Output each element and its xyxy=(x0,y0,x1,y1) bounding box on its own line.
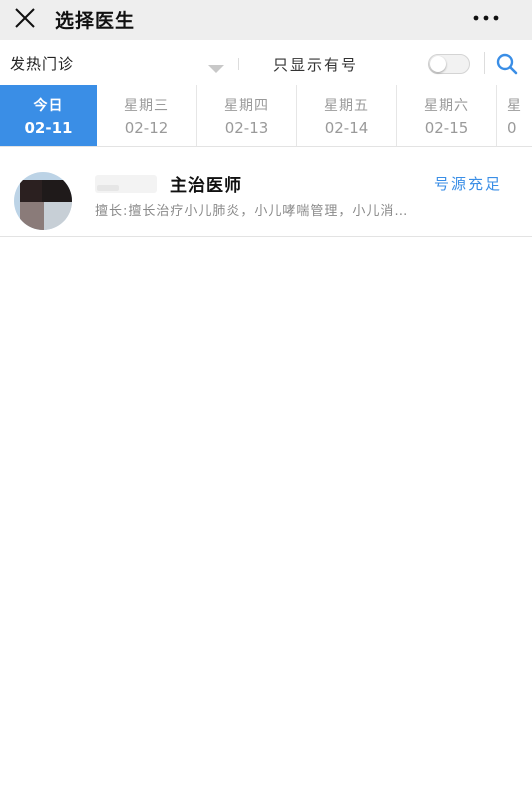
date-tab-02-14[interactable]: 星期五 02-14 xyxy=(297,85,397,146)
date-tab-weekday: 星期五 xyxy=(324,98,369,114)
date-tab-date: 02-15 xyxy=(424,119,469,137)
date-tab-date: 02-13 xyxy=(224,119,269,137)
page: 选择医生 发热门诊 只显示有号 今日 02-11 星期三 02-12 星期四 0… xyxy=(0,0,532,787)
date-tab-weekday: 星期六 xyxy=(424,98,469,114)
header-bar: 选择医生 xyxy=(0,0,532,40)
slot-status: 号源充足 xyxy=(434,175,503,193)
date-tab-date: 02-14 xyxy=(324,119,369,137)
only-available-label: 只显示有号 xyxy=(273,56,359,74)
close-icon xyxy=(15,8,35,28)
doctor-specialty: 擅长:擅长治疗小儿肺炎，小儿哮喘管理，小儿消… xyxy=(95,204,409,219)
divider xyxy=(238,58,239,70)
only-available-toggle[interactable] xyxy=(428,54,470,74)
search-button[interactable] xyxy=(494,51,520,77)
divider xyxy=(484,52,485,74)
department-select[interactable]: 发热门诊 xyxy=(10,53,74,74)
doctor-card[interactable]: 主治医师 号源充足 擅长:擅长治疗小儿肺炎，小儿哮喘管理，小儿消… xyxy=(0,157,532,237)
date-tab-02-13[interactable]: 星期四 02-13 xyxy=(197,85,297,146)
doctor-name-redacted-mark xyxy=(97,185,119,191)
date-tab-date: 02-12 xyxy=(124,119,169,137)
doctor-title: 主治医师 xyxy=(170,176,242,196)
date-tabs: 今日 02-11 星期三 02-12 星期四 02-13 星期五 02-14 星… xyxy=(0,85,532,147)
date-tab-today[interactable]: 今日 02-11 xyxy=(0,85,97,146)
date-tab-date: 02-11 xyxy=(24,119,73,137)
filter-bar: 发热门诊 只显示有号 xyxy=(0,44,532,84)
date-tab-weekday: 星期三 xyxy=(124,98,169,114)
dropdown-arrow-icon[interactable] xyxy=(207,59,225,73)
more-button[interactable] xyxy=(468,8,504,28)
date-tab-next[interactable]: 星 0 xyxy=(497,85,532,146)
close-button[interactable] xyxy=(12,5,40,33)
page-title: 选择医生 xyxy=(55,10,136,32)
avatar xyxy=(14,172,72,230)
date-tab-02-12[interactable]: 星期三 02-12 xyxy=(97,85,197,146)
date-tab-weekday: 今日 xyxy=(33,98,64,114)
toggle-knob xyxy=(430,56,446,72)
more-dots-icon xyxy=(473,15,499,21)
date-tab-02-15[interactable]: 星期六 02-15 xyxy=(397,85,497,146)
date-tab-weekday: 星 xyxy=(507,98,522,114)
date-tab-weekday: 星期四 xyxy=(224,98,269,114)
date-tab-date: 0 xyxy=(507,119,517,137)
search-icon xyxy=(496,53,518,75)
